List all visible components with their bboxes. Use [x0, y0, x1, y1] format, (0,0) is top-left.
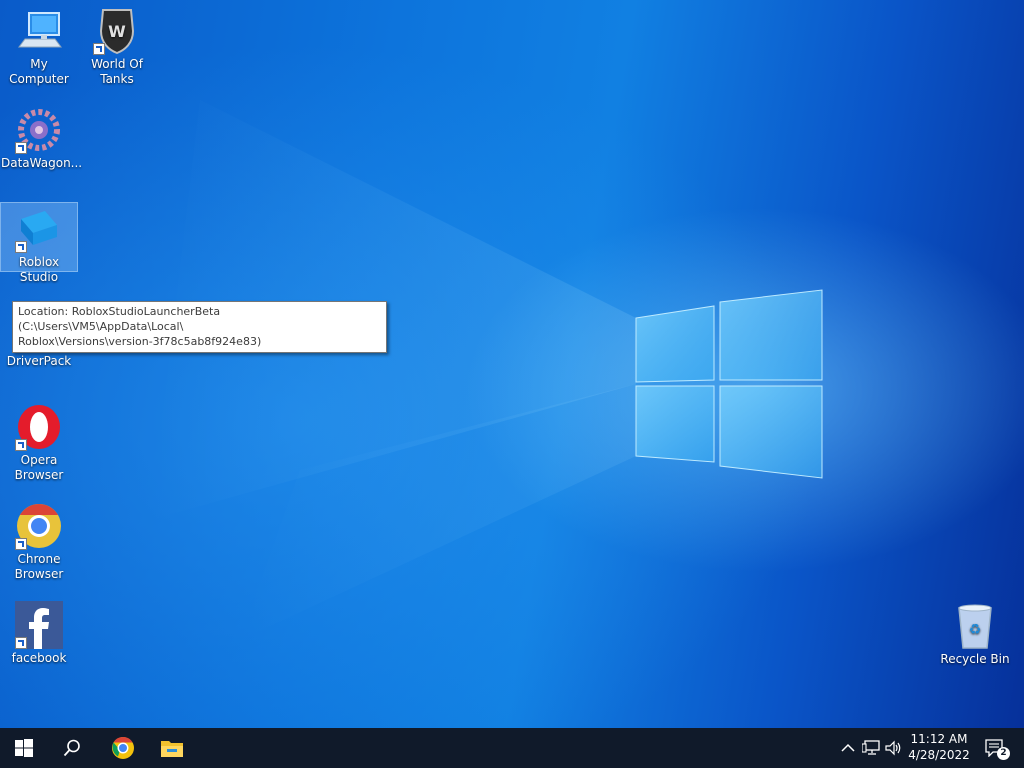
world-of-tanks-icon: W — [93, 7, 141, 55]
clock[interactable]: 11:12 AM 4/28/2022 — [900, 731, 978, 763]
shortcut-arrow-icon — [15, 439, 27, 451]
shortcut-arrow-icon — [15, 637, 27, 649]
shortcut-arrow-icon — [15, 142, 27, 154]
location-tooltip: Location: RobloxStudioLauncherBeta (C:\U… — [12, 301, 387, 353]
desktop-icon-opera[interactable]: Opera Browser — [1, 401, 77, 483]
desktop-icon-facebook[interactable]: facebook — [1, 599, 77, 666]
computer-icon — [15, 7, 63, 55]
desktop-icon-datawagon[interactable]: DataWagon... — [1, 104, 82, 171]
file-explorer-icon — [161, 741, 183, 757]
show-hidden-icons-button[interactable] — [838, 738, 858, 758]
tooltip-line-1: Location: RobloxStudioLauncherBeta (C:\U… — [18, 305, 221, 333]
svg-text:W: W — [108, 22, 126, 41]
network-icon — [862, 740, 880, 755]
shortcut-arrow-icon — [93, 43, 105, 55]
svg-text:♻: ♻ — [969, 622, 982, 638]
desktop-icon-world-of-tanks[interactable]: W World Of Tanks — [79, 5, 155, 87]
roblox-studio-icon — [15, 205, 63, 253]
chrome-icon — [15, 502, 63, 550]
desktop[interactable]: My Computer W World Of Tanks DataWagon..… — [0, 0, 1024, 728]
desktop-icon-recycle-bin[interactable]: ♻ Recycle Bin — [937, 600, 1013, 667]
chrome-icon — [112, 737, 134, 759]
datawagon-icon — [15, 106, 63, 154]
desktop-icon-roblox-studio[interactable]: Roblox Studio — [0, 202, 78, 284]
start-button[interactable] — [0, 728, 48, 768]
start-icon — [15, 739, 33, 757]
notification-count-badge: 2 — [997, 747, 1010, 760]
shortcut-arrow-icon — [15, 241, 27, 253]
action-center-button[interactable]: 2 — [984, 738, 1010, 760]
clock-date: 4/28/2022 — [908, 748, 970, 762]
wallpaper-logo — [150, 100, 823, 640]
taskbar-chrome-button[interactable] — [99, 728, 147, 768]
search-button[interactable] — [48, 728, 96, 768]
taskbar-file-explorer-button[interactable] — [148, 728, 196, 768]
opera-icon — [15, 403, 63, 451]
facebook-icon — [15, 601, 63, 649]
chevron-up-icon — [841, 743, 855, 752]
tooltip-line-2: Roblox\Versions\version-3f78c5ab8f924e83… — [18, 335, 262, 348]
search-icon — [63, 739, 80, 757]
recycle-bin-icon: ♻ — [951, 602, 999, 650]
shortcut-arrow-icon — [15, 538, 27, 550]
clock-time: 11:12 AM — [910, 732, 968, 746]
desktop-icon-my-computer[interactable]: My Computer — [1, 5, 77, 87]
desktop-icon-chrome[interactable]: Chrone Browser — [1, 500, 77, 582]
taskbar: 11:12 AM 4/28/2022 2 — [0, 728, 1024, 768]
network-button[interactable] — [861, 738, 881, 758]
